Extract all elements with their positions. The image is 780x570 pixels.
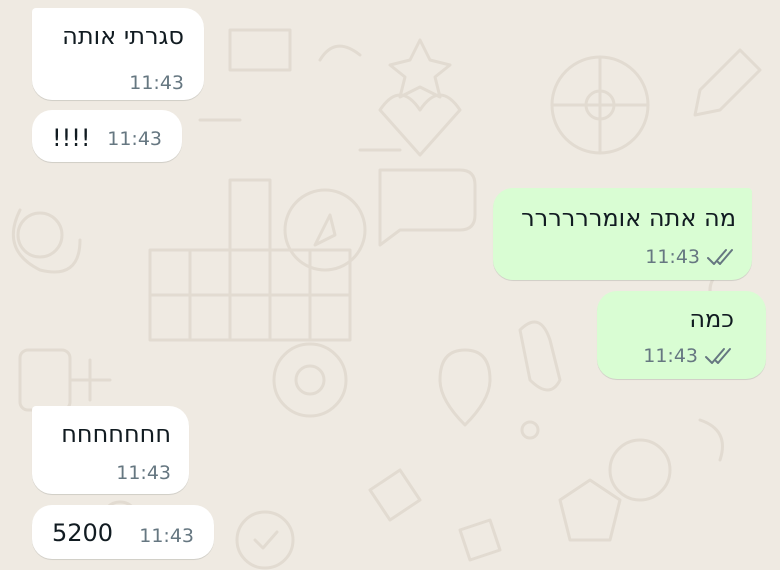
message-bubble-incoming[interactable]: !!!! 11:43 [32,110,182,162]
message-bubble-incoming[interactable]: סגרתי אותה 11:43 [32,8,204,100]
message-time: 11:43 [129,72,184,94]
message-text: 5200 [52,519,114,547]
message-meta: 11:43 [139,525,194,547]
message-text: כמה [689,305,734,333]
double-check-icon [706,247,736,267]
message-bubble-outgoing[interactable]: כמה 11:43 [597,291,766,379]
message-meta: 11:43 [643,345,734,367]
message-text: חחחחחחח [61,420,171,448]
message-bubble-incoming[interactable]: 5200 11:43 [32,505,214,559]
message-time: 11:43 [645,246,700,268]
message-text: !!!! [52,124,91,152]
message-bubble-incoming[interactable]: חחחחחחח 11:43 [32,406,189,494]
message-time: 11:43 [107,128,162,150]
message-bubble-outgoing[interactable]: מה אתה אומרררררר 11:43 [493,188,752,280]
message-time: 11:43 [643,345,698,367]
message-meta: 11:43 [116,462,171,484]
message-time: 11:43 [139,525,194,547]
message-meta: 11:43 [645,246,736,268]
message-meta: 11:43 [129,72,184,94]
message-time: 11:43 [116,462,171,484]
message-text: סגרתי אותה [62,22,184,50]
message-meta: 11:43 [107,128,162,150]
message-text: מה אתה אומרררררר [521,204,736,232]
double-check-icon [704,346,734,366]
